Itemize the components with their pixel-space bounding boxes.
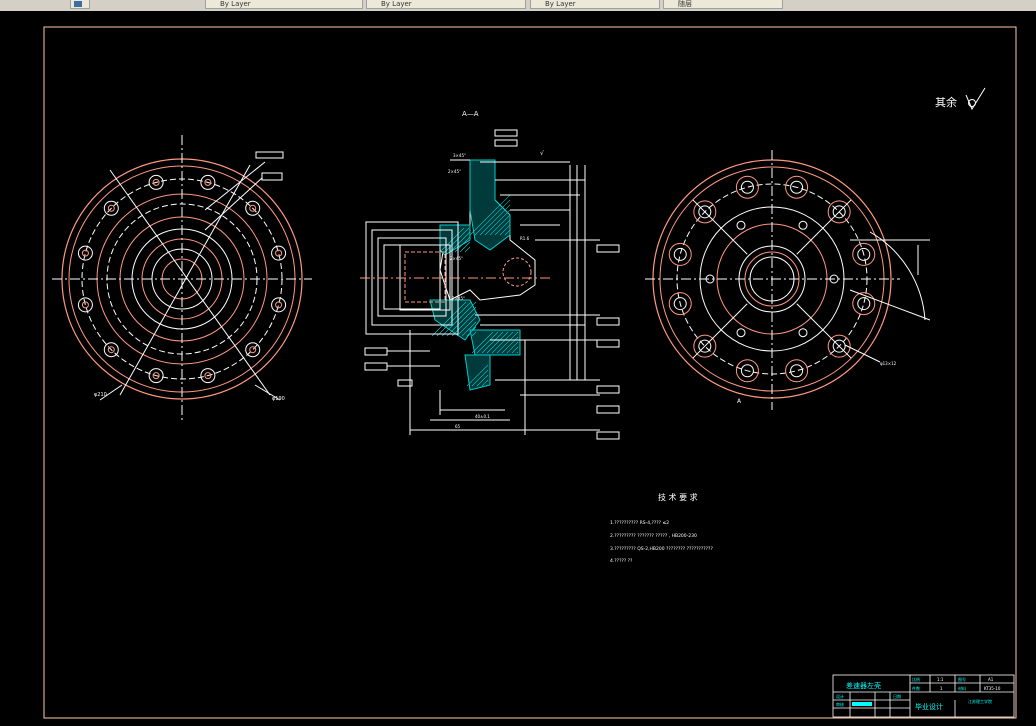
roughness-symbol-icon (965, 87, 986, 111)
material-label: 材料 (958, 685, 966, 691)
tech-line-3: 3.????????? QS-2,HB200 ???????? ????????… (610, 546, 713, 552)
svg-text:R1.6: R1.6 (520, 236, 530, 241)
right-view: φ13×12 A (645, 150, 931, 410)
cad-drawing: φ210 φ190 A—A 65 40±0.1 3×45° 2×45° 2×45… (43, 26, 1017, 719)
drawing-canvas[interactable]: φ210 φ190 A—A 65 40±0.1 3×45° 2×45° 2×45… (0, 11, 1036, 726)
scale-value: 1:1 (937, 677, 944, 682)
svg-text:2×45°: 2×45° (448, 169, 461, 174)
svg-text:40±0.1: 40±0.1 (475, 414, 490, 419)
roughness-note: 其余 (935, 95, 957, 109)
design-type: 毕业设计 (915, 702, 943, 711)
tech-requirements: 技 术 要 求 1.?????????? RS-4,???? ≤2 2.????… (610, 492, 713, 564)
svg-text:65: 65 (455, 424, 461, 429)
layer-icon (74, 1, 82, 7)
tech-line-2: 2.????????? ??????? ????? , HB200-230 (610, 533, 697, 539)
qty-value: 1 (940, 686, 943, 691)
scale-label: 比例 (912, 676, 920, 682)
designer-label: 设计 (836, 693, 844, 699)
dim-right-holes: φ13×12 (880, 361, 897, 366)
section-label: A—A (462, 110, 479, 118)
tech-line-1: 1.?????????? RS-4,???? ≤2 (610, 520, 669, 526)
dim-left-2: φ190 (272, 396, 285, 402)
svg-text:3×45°: 3×45° (453, 153, 466, 158)
school-name: 江苏理工学院 (968, 698, 992, 704)
tech-line-4: 4.????? ?? (610, 558, 633, 564)
left-view: φ210 φ190 (52, 135, 312, 420)
section-view: A—A 65 40±0.1 3×45° 2×45° 2×45° 2×45° R1… (360, 110, 620, 440)
checker-label: 审核 (836, 701, 844, 707)
linetype-dropdown[interactable]: By Layer (366, 0, 526, 9)
lineweight-dropdown[interactable]: By Layer (530, 0, 660, 9)
part-name: 差速器左壳 (846, 681, 881, 690)
svg-text:2×45°: 2×45° (452, 296, 465, 301)
plotstyle-dropdown[interactable]: 随层 (663, 0, 783, 9)
dim-left-1: φ210 (94, 392, 107, 398)
drawing-no-label: 图号 (958, 676, 966, 682)
color-dropdown[interactable]: By Layer (205, 0, 363, 9)
drawing-no-value: A1 (988, 677, 994, 682)
qty-label: 件数 (912, 685, 920, 691)
material-value: KT35-10 (984, 686, 1001, 691)
date-label: 日期 (893, 693, 901, 699)
svg-text:2×45°: 2×45° (450, 256, 463, 261)
layer-button[interactable] (70, 0, 90, 9)
svg-text:√: √ (540, 150, 544, 157)
sheet-border (43, 26, 1017, 719)
tech-title: 技 术 要 求 (658, 492, 698, 502)
view-letter: A (737, 398, 742, 405)
